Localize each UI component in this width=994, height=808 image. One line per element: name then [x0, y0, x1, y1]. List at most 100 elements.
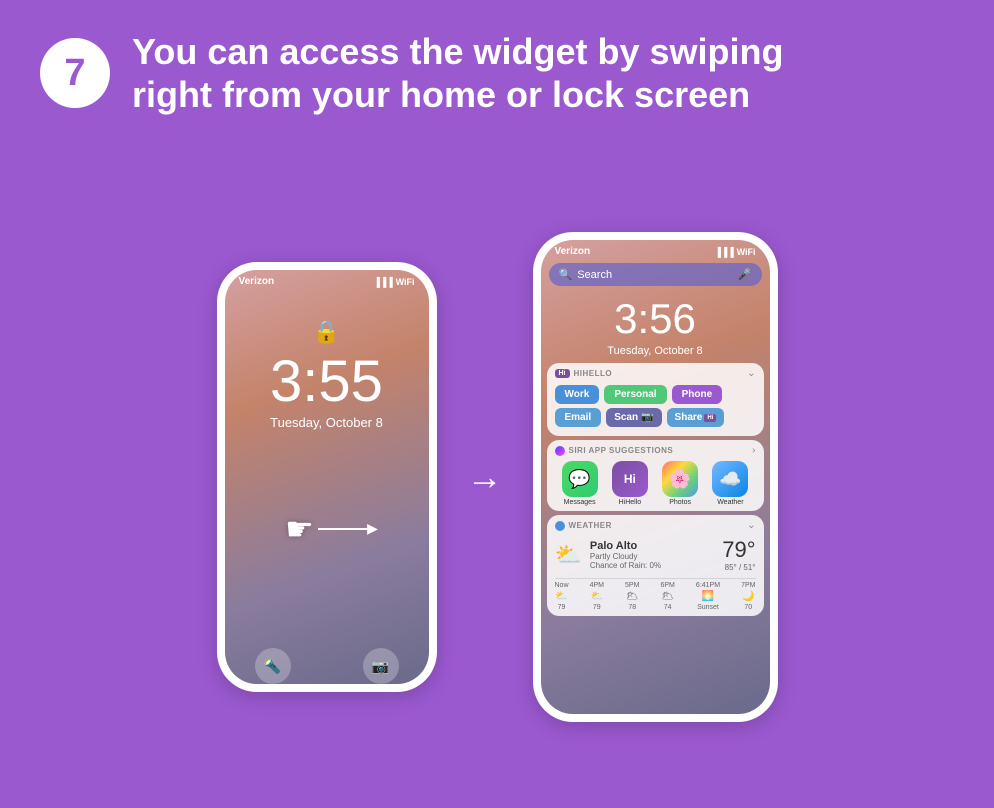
widget-screen: Verizon ▐▐▐ WiFi 🔍 Search 🎤 3:56 Tuesday… — [541, 240, 770, 714]
lock-status-icons: ▐▐▐ WiFi — [373, 277, 414, 287]
email-button[interactable]: Email — [555, 408, 602, 427]
weather-chevron: ⌄ — [747, 520, 755, 531]
hour-icon-4pm: ⛅ — [591, 591, 603, 602]
weather-icon — [555, 521, 565, 531]
weather-hour-7pm: 7PM 🌙 70 — [741, 582, 755, 611]
hour-label-6pm: 6PM — [660, 582, 674, 589]
hour-icon-5pm: 🌥 — [626, 591, 639, 602]
partly-cloudy-icon: ⛅ — [555, 542, 582, 568]
signal-icon2: ▐▐▐ — [714, 247, 733, 257]
share-hi-badge: Hi — [704, 414, 716, 422]
scan-button[interactable]: Scan 📷 — [606, 408, 661, 427]
hour-temp-5pm: 78 — [628, 604, 636, 611]
search-label: Search — [577, 269, 612, 281]
siri-header: SIRI APP SUGGESTIONS › — [555, 445, 756, 456]
weather-hour-4pm: 4PM ⛅ 79 — [590, 582, 604, 611]
camera-scan-icon: 📷 — [641, 412, 653, 423]
hour-temp-sunset: Sunset — [697, 604, 719, 611]
hihello-btn-row1: Work Personal Phone — [555, 385, 756, 404]
lock-date: Tuesday, October 8 — [270, 415, 383, 430]
weather-hour-6pm: 6PM 🌥 74 — [660, 582, 674, 611]
siri-icon — [555, 446, 565, 456]
step-number: 7 — [40, 38, 110, 108]
widget-clock: 3:56 Tuesday, October 8 — [541, 290, 770, 359]
siri-label: SIRI APP SUGGESTIONS — [569, 446, 674, 455]
weather-title: WEATHER — [555, 521, 612, 531]
weather-description: Partly Cloudy — [590, 552, 714, 561]
widget-status-icons: ▐▐▐ WiFi — [714, 247, 755, 257]
flashlight-icon: 🔦 — [255, 648, 291, 684]
weather-high-low: 85° / 51° — [722, 563, 755, 572]
app-weather[interactable]: ☁️ Weather — [712, 461, 748, 506]
weather-label: WEATHER — [569, 521, 612, 530]
app-messages[interactable]: 💬 Messages — [562, 461, 598, 506]
transition-arrow: → — [467, 456, 503, 498]
hour-label-now: Now — [555, 582, 569, 589]
hihello-icon: Hi — [612, 461, 648, 497]
lock-screen: Verizon ▐▐▐ WiFi 🔒 3:55 Tuesday, October… — [225, 270, 429, 684]
lock-carrier: Verizon — [239, 276, 275, 287]
swipe-gesture: ☛ — [225, 510, 429, 548]
hihello-title-row: Hi HIHELLO — [555, 369, 613, 378]
app-photos[interactable]: 🌸 Photos — [662, 461, 698, 506]
lock-content: 🔒 3:55 Tuesday, October 8 — [225, 289, 429, 430]
weather-header: WEATHER ⌄ — [555, 520, 756, 531]
app-hihello[interactable]: Hi HiHello — [612, 461, 648, 506]
hour-temp-4pm: 79 — [593, 604, 601, 611]
weather-main: ⛅ Palo Alto Partly Cloudy Chance of Rain… — [555, 535, 756, 574]
weather-app-icon: ☁️ — [712, 461, 748, 497]
messages-icon: 💬 — [562, 461, 598, 497]
hour-icon-7pm: 🌙 — [742, 591, 754, 602]
weather-rain: Chance of Rain: 0% — [590, 561, 714, 570]
weather-temperature: 79° — [722, 537, 755, 563]
search-icon: 🔍 — [559, 268, 573, 281]
widget-screen-phone: Verizon ▐▐▐ WiFi 🔍 Search 🎤 3:56 Tuesday… — [533, 232, 778, 722]
signal-icon: ▐▐▐ — [373, 277, 392, 287]
camera-icon: 📷 — [363, 648, 399, 684]
weather-app-label: Weather — [717, 499, 743, 506]
personal-button[interactable]: Personal — [604, 385, 666, 404]
weather-hour-now: Now ⛅ 79 — [555, 582, 569, 611]
weather-hour-5pm: 5PM 🌥 78 — [625, 582, 639, 611]
hour-icon-now: ⛅ — [555, 591, 567, 602]
weather-hourly: Now ⛅ 79 4PM ⛅ 79 5PM 🌥 78 — [555, 578, 756, 611]
work-button[interactable]: Work — [555, 385, 600, 404]
weather-hour-sunset: 6:41PM 🌅 Sunset — [696, 582, 720, 611]
hour-label-sunset: 6:41PM — [696, 582, 720, 589]
header: 7 You can access the widget by swiping r… — [0, 0, 994, 126]
hour-icon-sunset: 🌅 — [702, 591, 714, 602]
hihello-widget-card: Hi HIHELLO ⌄ Work Personal Phone Email S… — [547, 363, 764, 436]
hour-label-7pm: 7PM — [741, 582, 755, 589]
hihello-chevron: ⌄ — [747, 368, 755, 379]
widget-carrier: Verizon — [555, 246, 591, 257]
hihello-widget-header: Hi HIHELLO ⌄ — [547, 363, 764, 382]
hihello-buttons: Work Personal Phone Email Scan 📷 Share H… — [547, 382, 764, 436]
wifi-icon2: WiFi — [737, 247, 756, 257]
phone-button[interactable]: Phone — [672, 385, 723, 404]
widget-time: 3:56 — [541, 295, 770, 343]
widget-date: Tuesday, October 8 — [541, 345, 770, 357]
share-button[interactable]: Share Hi — [667, 408, 725, 427]
search-left: 🔍 Search — [559, 268, 613, 281]
lock-bottom-icons: 🔦 📷 — [225, 648, 429, 684]
hour-temp-7pm: 70 — [744, 604, 752, 611]
lock-status-bar: Verizon ▐▐▐ WiFi — [225, 270, 429, 289]
hour-temp-now: 79 — [558, 604, 566, 611]
hihello-btn-row2: Email Scan 📷 Share Hi — [555, 408, 756, 427]
wifi-icon: WiFi — [396, 277, 415, 287]
hour-label-4pm: 4PM — [590, 582, 604, 589]
hand-icon: ☛ — [285, 510, 314, 548]
siri-card: SIRI APP SUGGESTIONS › 💬 Messages Hi HiH… — [547, 440, 764, 511]
hour-label-5pm: 5PM — [625, 582, 639, 589]
hour-temp-6pm: 74 — [664, 604, 672, 611]
header-text: You can access the widget by swiping rig… — [132, 30, 784, 116]
widget-status-bar: Verizon ▐▐▐ WiFi — [541, 240, 770, 259]
weather-card: WEATHER ⌄ ⛅ Palo Alto Partly Cloudy Chan… — [547, 515, 764, 616]
messages-label: Messages — [564, 499, 596, 506]
swipe-arrow — [318, 528, 368, 530]
search-bar[interactable]: 🔍 Search 🎤 — [549, 263, 762, 286]
photos-label: Photos — [669, 499, 691, 506]
siri-title: SIRI APP SUGGESTIONS — [555, 446, 674, 456]
mic-icon: 🎤 — [738, 268, 752, 281]
weather-city: Palo Alto — [590, 540, 714, 552]
